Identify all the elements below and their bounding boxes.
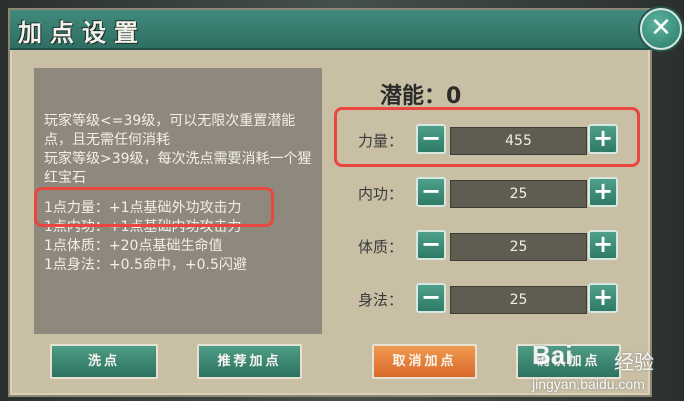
increase-agility-button[interactable]: + bbox=[588, 283, 618, 313]
decrease-agility-button[interactable]: − bbox=[416, 283, 446, 313]
stat-label: 内功： bbox=[358, 185, 404, 203]
watermark-brand-suffix: 经验 bbox=[614, 350, 654, 374]
watermark: Bai 经验 jingyan.baidu.com bbox=[532, 338, 682, 398]
minus-icon: − bbox=[420, 177, 442, 205]
dialog-title: 加点设置 bbox=[18, 18, 146, 47]
effect-constitution: 1点体质：+20点基础生命值 bbox=[44, 238, 223, 254]
effect-agility: 1点身法：+0.5命中，+0.5闪避 bbox=[44, 257, 247, 273]
watermark-brand: Bai bbox=[532, 340, 573, 370]
minus-icon: − bbox=[420, 124, 442, 152]
watermark-url: jingyan.baidu.com bbox=[532, 376, 645, 392]
stat-label: 身法： bbox=[358, 291, 404, 309]
stat-label: 力量： bbox=[358, 132, 404, 150]
agility-value: 25 bbox=[450, 286, 587, 314]
increase-strength-button[interactable]: + bbox=[588, 124, 618, 154]
dialog-titlebar: 加点设置 bbox=[10, 10, 650, 50]
potential-points: 潜能：0 bbox=[380, 84, 462, 109]
constitution-value: 25 bbox=[450, 233, 587, 261]
decrease-internal-button[interactable]: − bbox=[416, 177, 446, 207]
recommend-points-button[interactable]: 推荐加点 bbox=[197, 344, 302, 379]
description-intro: 玩家等级<=39级，可以无限次重置潜能点，且无需任何消耗 玩家等级>39级，每次… bbox=[44, 113, 312, 186]
close-button[interactable]: ✕ bbox=[640, 8, 682, 50]
increase-internal-button[interactable]: + bbox=[588, 177, 618, 207]
minus-icon: − bbox=[420, 283, 442, 311]
plus-icon: + bbox=[592, 230, 614, 258]
plus-icon: + bbox=[592, 124, 614, 152]
decrease-constitution-button[interactable]: − bbox=[416, 230, 446, 260]
plus-icon: + bbox=[592, 177, 614, 205]
highlight-strength-effect bbox=[34, 187, 274, 227]
cancel-points-button[interactable]: 取消加点 bbox=[372, 344, 477, 379]
internal-value: 25 bbox=[450, 180, 587, 208]
close-icon: ✕ bbox=[650, 13, 672, 43]
minus-icon: − bbox=[420, 230, 442, 258]
strength-value: 455 bbox=[450, 127, 587, 155]
plus-icon: + bbox=[592, 283, 614, 311]
stat-label: 体质： bbox=[358, 238, 404, 256]
increase-constitution-button[interactable]: + bbox=[588, 230, 618, 260]
reset-points-button[interactable]: 洗点 bbox=[50, 344, 158, 379]
decrease-strength-button[interactable]: − bbox=[416, 124, 446, 154]
